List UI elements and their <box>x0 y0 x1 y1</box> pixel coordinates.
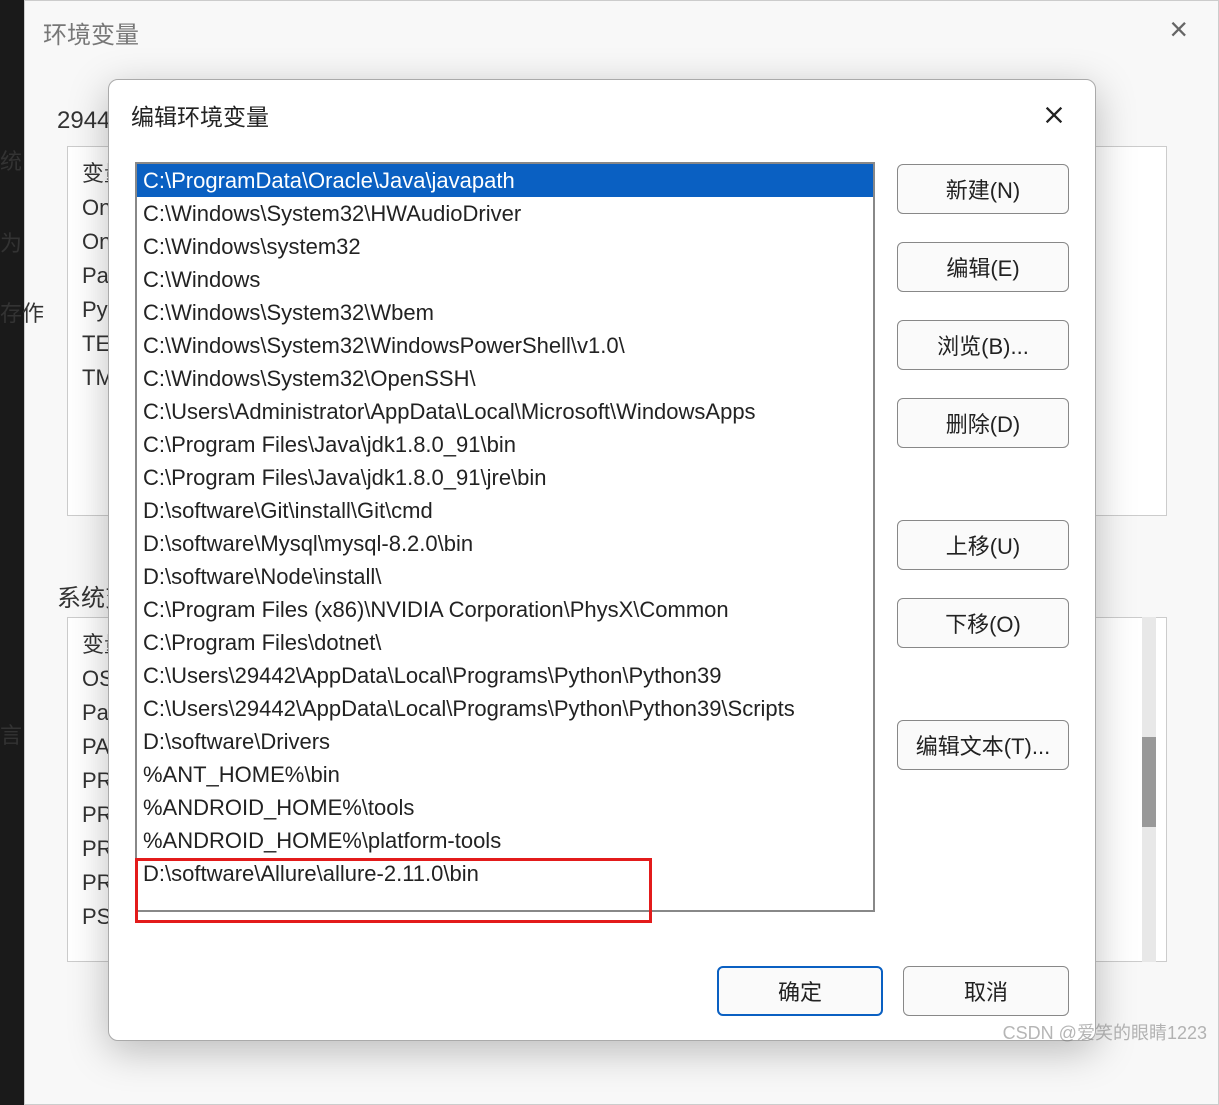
path-list-item[interactable]: C:\Windows\System32\WindowsPowerShell\v1… <box>137 329 873 362</box>
edge-label: 为 <box>0 226 22 258</box>
edit-env-var-dialog: 编辑环境变量 C:\ProgramData\Oracle\Java\javapa… <box>108 79 1096 1041</box>
edit-button[interactable]: 编辑(E) <box>897 242 1069 292</box>
clip-number: 2944 <box>57 107 110 135</box>
path-list-item[interactable]: C:\Windows\System32\OpenSSH\ <box>137 362 873 395</box>
parent-dialog-title: 环境变量 <box>43 15 139 50</box>
close-icon <box>1043 104 1065 126</box>
move-up-button[interactable]: 上移(U) <box>897 520 1069 570</box>
dialog-title: 编辑环境变量 <box>131 98 269 132</box>
path-list-item[interactable]: C:\Users\29442\AppData\Local\Programs\Py… <box>137 659 873 692</box>
path-list-item[interactable]: C:\Users\Administrator\AppData\Local\Mic… <box>137 395 873 428</box>
edge-label: 存作 <box>0 296 44 328</box>
path-list-item[interactable]: D:\software\Node\install\ <box>137 560 873 593</box>
edge-label: 言 <box>0 718 22 750</box>
path-list-item[interactable]: D:\software\Git\install\Git\cmd <box>137 494 873 527</box>
button-column: 新建(N) 编辑(E) 浏览(B)... 删除(D) 上移(U) 下移(O) 编… <box>897 162 1069 912</box>
parent-scrollbar[interactable] <box>1142 617 1156 962</box>
path-listbox[interactable]: C:\ProgramData\Oracle\Java\javapathC:\Wi… <box>135 162 875 912</box>
path-list-item[interactable]: C:\Windows\System32\HWAudioDriver <box>137 197 873 230</box>
move-down-button[interactable]: 下移(O) <box>897 598 1069 648</box>
cancel-button[interactable]: 取消 <box>903 966 1069 1016</box>
edit-text-button[interactable]: 编辑文本(T)... <box>897 720 1069 770</box>
new-button[interactable]: 新建(N) <box>897 164 1069 214</box>
path-list-item[interactable]: %ANT_HOME%\bin <box>137 758 873 791</box>
path-list-item[interactable]: C:\Program Files\Java\jdk1.8.0_91\jre\bi… <box>137 461 873 494</box>
path-list-item[interactable]: %ANDROID_HOME%\tools <box>137 791 873 824</box>
ok-button[interactable]: 确定 <box>717 966 883 1016</box>
close-button[interactable] <box>1039 100 1069 130</box>
path-list-item[interactable]: D:\software\Drivers <box>137 725 873 758</box>
path-list-item[interactable]: C:\Users\29442\AppData\Local\Programs\Py… <box>137 692 873 725</box>
path-list-item[interactable]: D:\software\Allure\allure-2.11.0\bin <box>137 857 873 890</box>
delete-button[interactable]: 删除(D) <box>897 398 1069 448</box>
path-list-item[interactable]: C:\Windows\System32\Wbem <box>137 296 873 329</box>
edge-label: 统 <box>0 144 22 176</box>
path-list-item[interactable]: C:\Program Files\dotnet\ <box>137 626 873 659</box>
path-list-item[interactable]: C:\Windows <box>137 263 873 296</box>
path-list-item[interactable]: C:\Program Files\Java\jdk1.8.0_91\bin <box>137 428 873 461</box>
path-list-item[interactable]: %ANDROID_HOME%\platform-tools <box>137 824 873 857</box>
parent-close-icon: × <box>1169 11 1188 48</box>
path-list-item[interactable]: C:\ProgramData\Oracle\Java\javapath <box>137 164 873 197</box>
path-list-item[interactable]: C:\Program Files (x86)\NVIDIA Corporatio… <box>137 593 873 626</box>
path-list-item[interactable]: C:\Windows\system32 <box>137 230 873 263</box>
browse-button[interactable]: 浏览(B)... <box>897 320 1069 370</box>
path-list-item[interactable]: D:\software\Mysql\mysql-8.2.0\bin <box>137 527 873 560</box>
